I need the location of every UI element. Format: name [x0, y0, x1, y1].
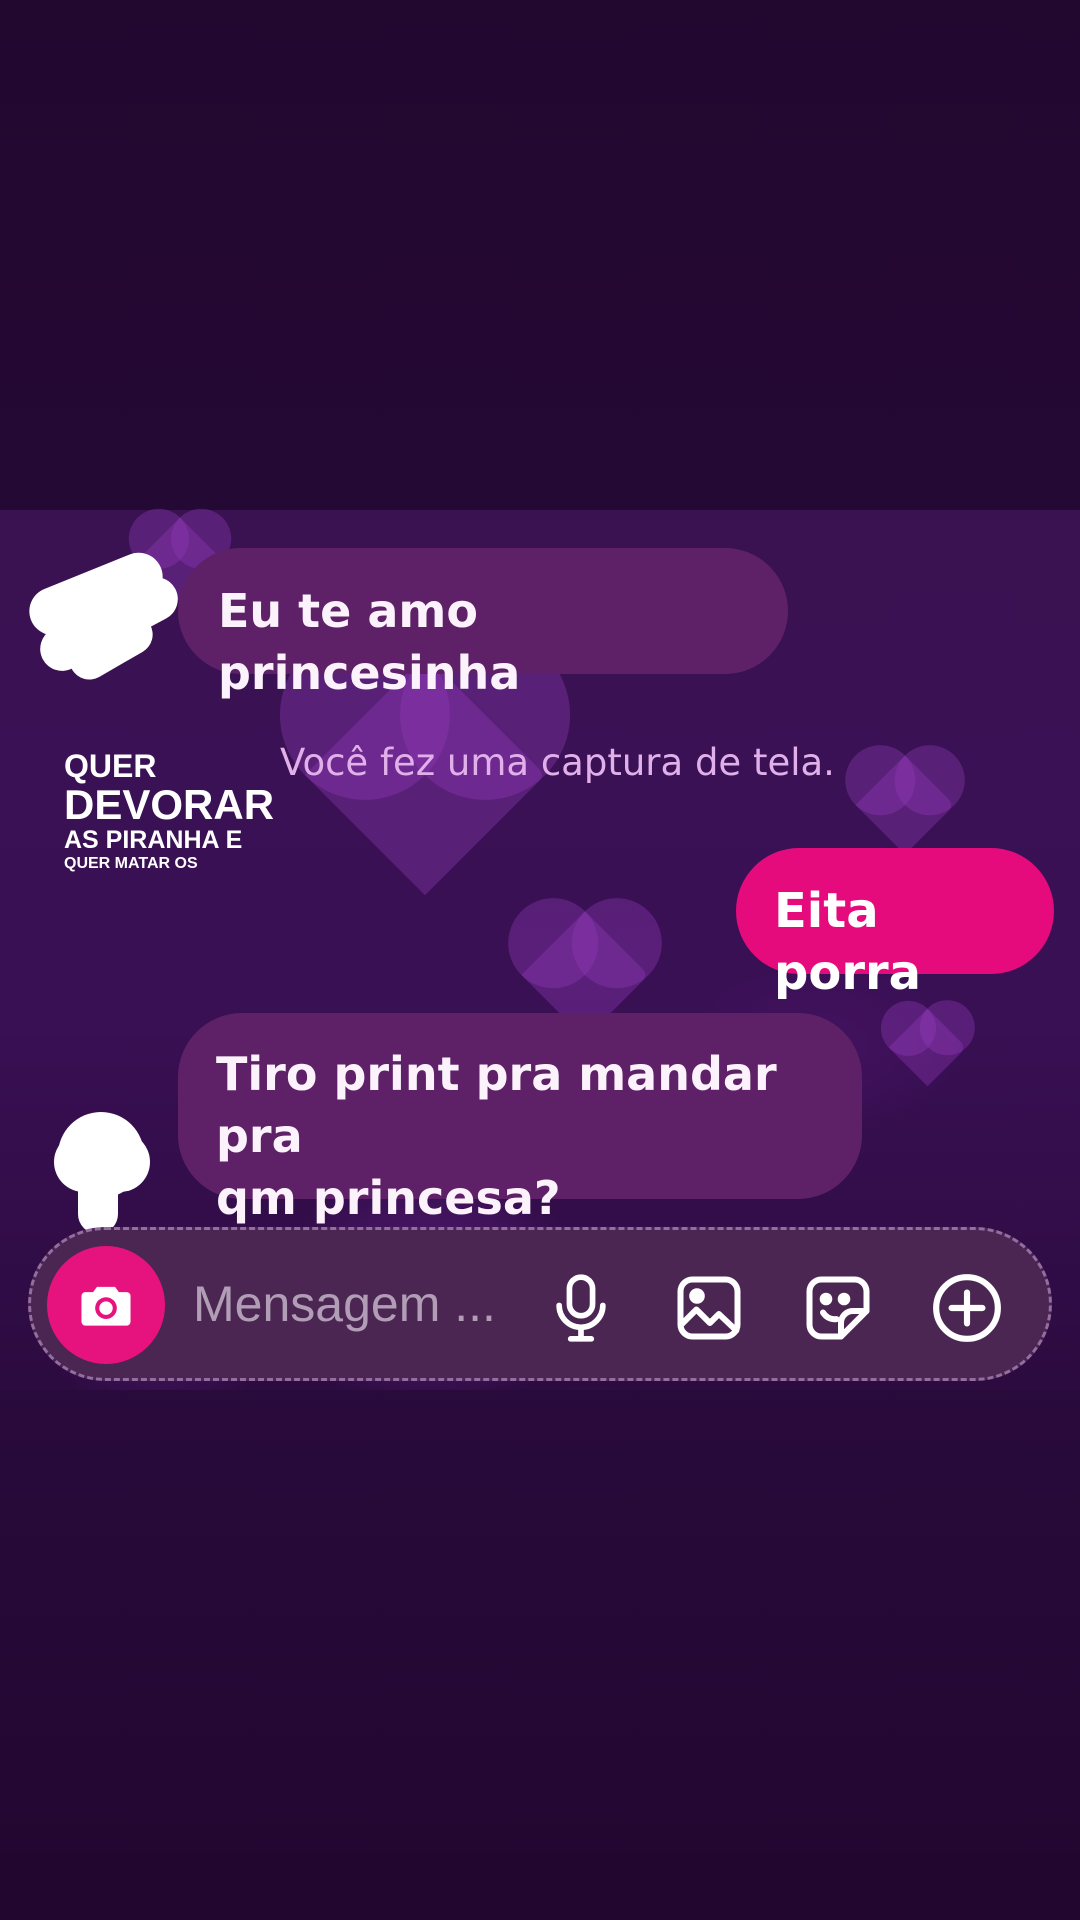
gallery-icon	[677, 1276, 741, 1340]
sticker-button[interactable]	[800, 1270, 876, 1346]
sticker-icon	[806, 1276, 870, 1340]
screenshot-notice: Você fez uma captura de tela.	[280, 741, 835, 784]
avatar-scribble	[78, 1172, 118, 1234]
overlay-line: QUER	[64, 748, 157, 784]
message-input[interactable]	[193, 1264, 523, 1344]
heart-decoration	[888, 1008, 967, 1087]
message-text-line: qm princesa?	[216, 1171, 561, 1225]
avatar[interactable]	[22, 545, 186, 687]
avatar[interactable]	[54, 1112, 150, 1234]
camera-icon	[81, 1286, 131, 1326]
gallery-button[interactable]	[671, 1270, 747, 1346]
overlay-line: AS PIRANHA E	[64, 826, 243, 854]
microphone-icon	[556, 1274, 606, 1342]
screen: Eu te amo princesinha QUER DEVORAR AS PI…	[0, 0, 1080, 1920]
more-options-button[interactable]	[929, 1270, 1005, 1346]
message-text: Eu te amo princesinha	[218, 584, 521, 700]
microphone-button[interactable]	[543, 1270, 619, 1346]
message-bubble-received[interactable]: Eu te amo princesinha	[178, 548, 788, 700]
message-bubble-received[interactable]: Tiro print pra mandar pra qm princesa?	[178, 1013, 862, 1225]
heart-decoration	[855, 755, 955, 855]
message-bubble-sent[interactable]: Eita porra	[736, 848, 1054, 1001]
camera-button[interactable]	[47, 1246, 165, 1364]
overlay-caption: QUER DEVORAR AS PIRANHA E QUER MATAR OS	[64, 750, 274, 872]
message-composer	[28, 1227, 1052, 1381]
overlay-line: QUER MATAR OS	[64, 855, 198, 872]
plus-icon	[933, 1274, 1001, 1342]
message-text-line: Tiro print pra mandar pra	[216, 1047, 777, 1163]
overlay-line: DEVORAR	[64, 781, 275, 828]
message-text: Eita porra	[774, 883, 922, 1001]
